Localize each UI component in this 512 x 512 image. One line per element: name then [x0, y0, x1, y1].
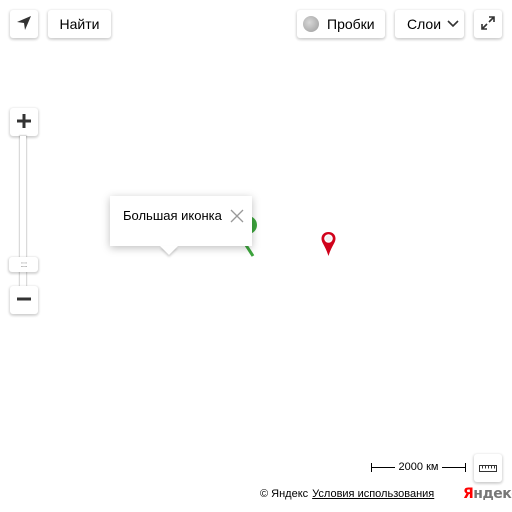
plus-icon	[17, 113, 31, 131]
geolocation-button[interactable]	[10, 10, 38, 38]
fullscreen-icon	[481, 15, 495, 33]
grip-icon: :::::	[20, 260, 27, 269]
layers-button[interactable]: Слои	[395, 10, 464, 38]
scale-line: 2000 км	[371, 460, 466, 474]
zoom-slider-handle[interactable]: :::::	[9, 257, 38, 272]
red-marker[interactable]	[320, 231, 337, 262]
ruler-button[interactable]	[474, 454, 502, 482]
logo-rest: ндекс	[473, 486, 512, 502]
terms-link[interactable]: Условия использования	[312, 488, 434, 500]
zoom-out-button[interactable]	[10, 286, 38, 314]
traffic-button-label: Пробки	[327, 16, 375, 32]
geolocation-icon	[16, 15, 32, 34]
minus-icon	[17, 292, 31, 309]
balloon-content: Большая иконка	[123, 208, 222, 223]
scale-tick-left	[371, 463, 372, 472]
balloon-popup: Большая иконка	[110, 196, 252, 246]
close-icon[interactable]	[230, 209, 244, 223]
yandex-logo[interactable]: Яндекс	[463, 486, 512, 502]
search-button-label: Найти	[59, 16, 100, 32]
traffic-button[interactable]: Пробки	[297, 10, 385, 38]
layers-button-label: Слои	[407, 16, 442, 32]
balloon-tail	[160, 246, 178, 255]
ruler-icon	[479, 460, 497, 476]
fullscreen-button[interactable]	[474, 10, 502, 38]
copyright-owner: © Яндекс	[260, 488, 309, 500]
zoom-in-button[interactable]	[10, 108, 38, 136]
chevron-down-icon	[447, 20, 459, 28]
traffic-icon	[303, 16, 319, 32]
scale-tick-right	[465, 463, 466, 472]
logo-first-letter: Я	[463, 486, 474, 502]
scale-label: 2000 км	[394, 461, 443, 473]
search-button[interactable]: Найти	[48, 10, 111, 38]
copyrights: © Яндекс Условия использования	[260, 488, 434, 500]
